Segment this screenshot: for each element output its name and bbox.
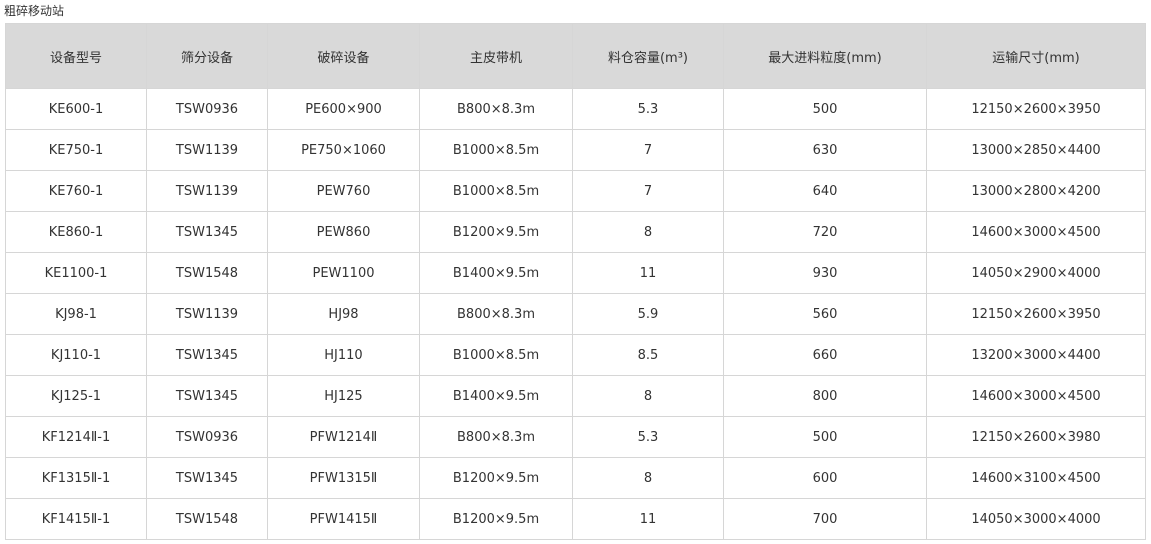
header-transport-size: 运输尺寸(mm) [926,23,1146,89]
table-row: KE860-1 TSW1345 PEW860 B1200×9.5m 8 720 … [5,211,1146,253]
cell-feed-size: 560 [723,293,927,335]
cell-crusher: PE600×900 [267,88,420,130]
cell-crusher: PFW1214Ⅱ [267,416,420,458]
cell-feed-size: 930 [723,252,927,294]
cell-model: KE860-1 [5,211,147,253]
header-hopper: 料仓容量(m³) [572,23,724,89]
cell-conveyor: B1200×9.5m [419,498,573,540]
cell-transport-size: 13000×2800×4200 [926,170,1146,212]
cell-hopper: 11 [572,498,724,540]
cell-hopper: 5.3 [572,88,724,130]
cell-transport-size: 12150×2600×3980 [926,416,1146,458]
table-row: KF1415Ⅱ-1 TSW1548 PFW1415Ⅱ B1200×9.5m 11… [5,498,1146,540]
cell-conveyor: B1000×8.5m [419,129,573,171]
cell-model: KE1100-1 [5,252,147,294]
cell-feed-size: 640 [723,170,927,212]
header-screening: 筛分设备 [146,23,268,89]
cell-feed-size: 630 [723,129,927,171]
header-feed-size: 最大进料粒度(mm) [723,23,927,89]
cell-screening: TSW1139 [146,129,268,171]
cell-transport-size: 14050×3000×4000 [926,498,1146,540]
cell-hopper: 8 [572,457,724,499]
cell-crusher: HJ125 [267,375,420,417]
cell-screening: TSW1139 [146,170,268,212]
cell-conveyor: B800×8.3m [419,88,573,130]
cell-conveyor: B800×8.3m [419,293,573,335]
cell-crusher: PFW1415Ⅱ [267,498,420,540]
cell-crusher: PE750×1060 [267,129,420,171]
cell-model: KF1315Ⅱ-1 [5,457,147,499]
cell-feed-size: 800 [723,375,927,417]
cell-conveyor: B1200×9.5m [419,457,573,499]
cell-model: KE750-1 [5,129,147,171]
cell-screening: TSW0936 [146,416,268,458]
cell-screening: TSW1345 [146,457,268,499]
cell-conveyor: B1000×8.5m [419,170,573,212]
cell-screening: TSW1139 [146,293,268,335]
header-crusher: 破碎设备 [267,23,420,89]
table-row: KE750-1 TSW1139 PE750×1060 B1000×8.5m 7 … [5,129,1146,171]
cell-crusher: PEW760 [267,170,420,212]
cell-crusher: PEW860 [267,211,420,253]
cell-transport-size: 14600×3000×4500 [926,211,1146,253]
cell-model: KJ125-1 [5,375,147,417]
table-row: KF1315Ⅱ-1 TSW1345 PFW1315Ⅱ B1200×9.5m 8 … [5,457,1146,499]
table-row: KE600-1 TSW0936 PE600×900 B800×8.3m 5.3 … [5,88,1146,130]
cell-conveyor: B1400×9.5m [419,252,573,294]
cell-hopper: 5.9 [572,293,724,335]
cell-crusher: HJ98 [267,293,420,335]
cell-hopper: 11 [572,252,724,294]
cell-screening: TSW1548 [146,252,268,294]
cell-conveyor: B1000×8.5m [419,334,573,376]
cell-transport-size: 13200×3000×4400 [926,334,1146,376]
cell-model: KF1415Ⅱ-1 [5,498,147,540]
cell-hopper: 7 [572,129,724,171]
cell-model: KE760-1 [5,170,147,212]
cell-crusher: PEW1100 [267,252,420,294]
header-conveyor: 主皮带机 [419,23,573,89]
cell-model: KE600-1 [5,88,147,130]
cell-crusher: HJ110 [267,334,420,376]
header-model: 设备型号 [5,23,147,89]
cell-model: KJ110-1 [5,334,147,376]
cell-screening: TSW0936 [146,88,268,130]
header-row: 设备型号 筛分设备 破碎设备 主皮带机 料仓容量(m³) 最大进料粒度(mm) … [5,23,1146,89]
table-caption: 粗碎移动站 [4,4,65,18]
cell-transport-size: 14600×3000×4500 [926,375,1146,417]
table-row: KJ125-1 TSW1345 HJ125 B1400×9.5m 8 800 1… [5,375,1146,417]
cell-transport-size: 13000×2850×4400 [926,129,1146,171]
table-row: KE760-1 TSW1139 PEW760 B1000×8.5m 7 640 … [5,170,1146,212]
cell-model: KJ98-1 [5,293,147,335]
cell-screening: TSW1548 [146,498,268,540]
cell-hopper: 8 [572,375,724,417]
cell-screening: TSW1345 [146,334,268,376]
cell-feed-size: 500 [723,416,927,458]
cell-screening: TSW1345 [146,211,268,253]
cell-feed-size: 720 [723,211,927,253]
cell-hopper: 7 [572,170,724,212]
cell-feed-size: 500 [723,88,927,130]
cell-transport-size: 14050×2900×4000 [926,252,1146,294]
cell-hopper: 8.5 [572,334,724,376]
cell-hopper: 5.3 [572,416,724,458]
cell-hopper: 8 [572,211,724,253]
cell-conveyor: B1200×9.5m [419,211,573,253]
table-row: KJ98-1 TSW1139 HJ98 B800×8.3m 5.9 560 12… [5,293,1146,335]
cell-screening: TSW1345 [146,375,268,417]
table-row: KJ110-1 TSW1345 HJ110 B1000×8.5m 8.5 660… [5,334,1146,376]
cell-crusher: PFW1315Ⅱ [267,457,420,499]
table-row: KE1100-1 TSW1548 PEW1100 B1400×9.5m 11 9… [5,252,1146,294]
cell-transport-size: 12150×2600×3950 [926,88,1146,130]
cell-feed-size: 660 [723,334,927,376]
cell-conveyor: B1400×9.5m [419,375,573,417]
cell-transport-size: 12150×2600×3950 [926,293,1146,335]
cell-transport-size: 14600×3100×4500 [926,457,1146,499]
specs-table: 设备型号 筛分设备 破碎设备 主皮带机 料仓容量(m³) 最大进料粒度(mm) … [5,23,1146,540]
cell-feed-size: 600 [723,457,927,499]
cell-model: KF1214Ⅱ-1 [5,416,147,458]
cell-feed-size: 700 [723,498,927,540]
cell-conveyor: B800×8.3m [419,416,573,458]
table-row: KF1214Ⅱ-1 TSW0936 PFW1214Ⅱ B800×8.3m 5.3… [5,416,1146,458]
